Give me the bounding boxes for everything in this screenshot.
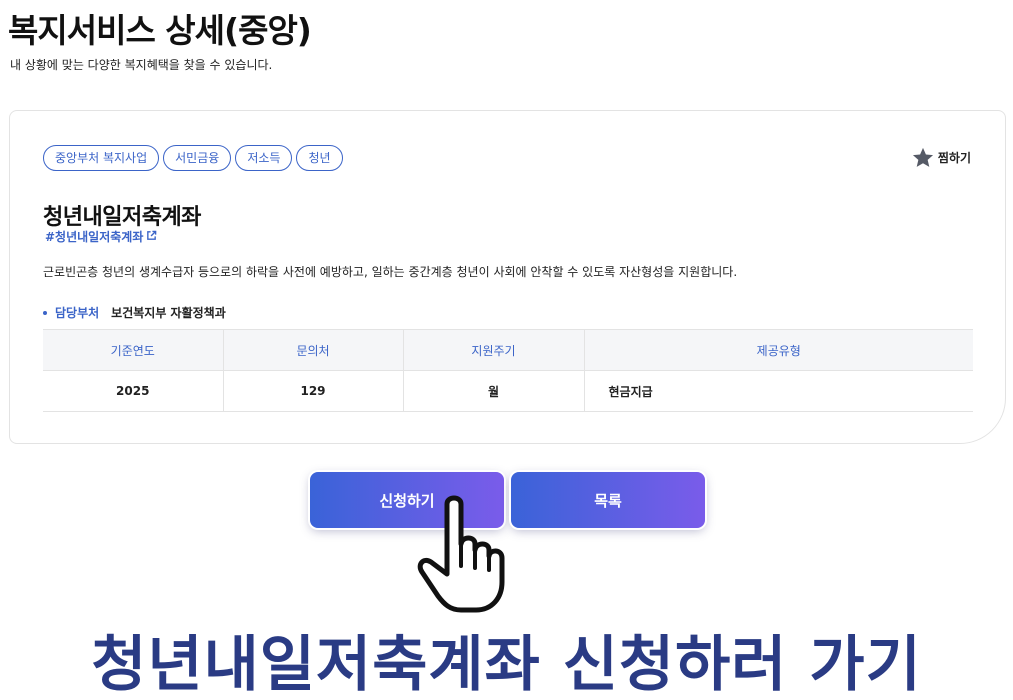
cell-provision-type: 현금지급 xyxy=(584,370,973,412)
cell-support-cycle: 월 xyxy=(403,370,585,412)
hashtag-text: #청년내일저축계좌 xyxy=(45,230,144,244)
department-info: 담당부처 보건복지부 자활정책과 xyxy=(43,304,226,321)
service-description: 근로빈곤층 청년의 생계수급자 등으로의 하락을 사전에 예방하고, 일하는 중… xyxy=(43,265,738,279)
cell-contact: 129 xyxy=(223,370,404,412)
page-title: 복지서비스 상세(중앙) xyxy=(8,11,312,50)
department-label: 담당부처 xyxy=(55,306,100,320)
header-contact: 문의처 xyxy=(223,329,404,371)
tag-microfinance[interactable]: 서민금융 xyxy=(163,145,232,171)
header-base-year: 기준연도 xyxy=(43,329,224,371)
tag-low-income[interactable]: 저소득 xyxy=(235,145,293,171)
header-support-cycle: 지원주기 xyxy=(403,329,585,371)
service-title: 청년내일저축계좌 xyxy=(43,205,201,230)
list-button[interactable]: 목록 xyxy=(511,472,705,528)
page-subtitle: 내 상황에 맞는 다양한 복지혜택을 찾을 수 있습니다. xyxy=(10,58,273,72)
tag-central-ministry[interactable]: 중앙부처 복지사업 xyxy=(43,145,160,171)
tag-list: 중앙부처 복지사업 서민금융 저소득 청년 xyxy=(43,145,343,171)
service-detail-card: 중앙부처 복지사업 서민금융 저소득 청년 찜하기 청년내일저축계좌 #청년내일… xyxy=(9,110,1006,444)
promo-banner-text: 청년내일저축계좌 신청하러 가기 xyxy=(91,630,922,700)
external-link-icon xyxy=(146,230,157,244)
tag-youth[interactable]: 청년 xyxy=(296,145,343,171)
header-provision-type: 제공유형 xyxy=(584,329,973,371)
bullet-dot xyxy=(43,310,47,315)
hand-pointer-icon xyxy=(414,494,506,620)
cell-base-year: 2025 xyxy=(43,370,224,412)
bookmark-button[interactable]: 찜하기 xyxy=(912,147,971,168)
department-value: 보건복지부 자활정책과 xyxy=(111,306,226,320)
star-icon xyxy=(912,147,934,168)
service-info-table: 기준연도 문의처 지원주기 제공유형 2025 129 월 현금지급 xyxy=(43,329,973,412)
table-header-row: 기준연도 문의처 지원주기 제공유형 xyxy=(43,329,973,371)
table-row: 2025 129 월 현금지급 xyxy=(43,370,973,412)
bookmark-label: 찜하기 xyxy=(937,151,971,165)
hashtag-link[interactable]: #청년내일저축계좌 xyxy=(45,228,157,245)
